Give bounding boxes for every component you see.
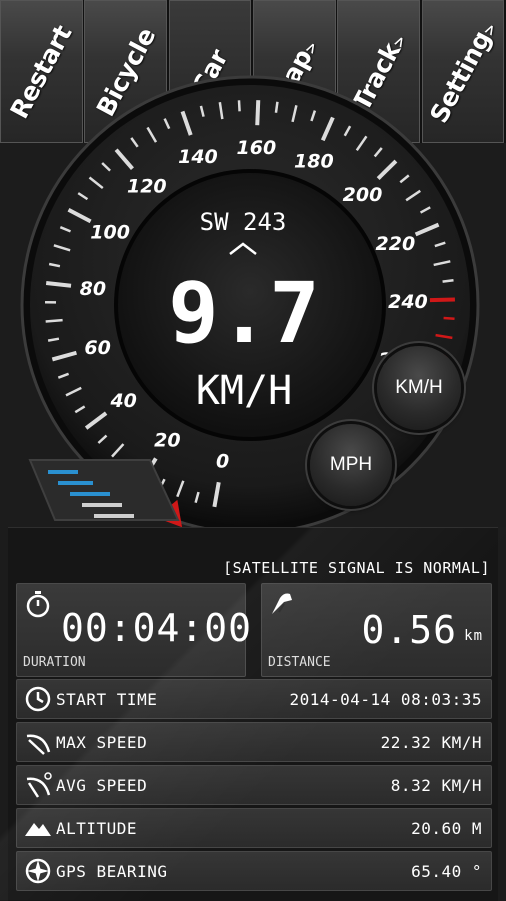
gps-bar [82, 503, 122, 507]
duration-value: 00:04:00 [61, 606, 252, 650]
stat-value: 8.32 KM/H [391, 776, 482, 795]
stat-label: AVG SPEED [56, 776, 147, 795]
dial-tick [443, 280, 454, 281]
mph-unit-button[interactable]: MPH [310, 424, 392, 506]
dial-scale-label: 180 [294, 150, 334, 172]
gps-bar [48, 470, 78, 474]
stopwatch-icon [25, 590, 51, 618]
stat-row-altitude: ALTITUDE 20.60 M [16, 808, 492, 848]
dial-scale-label: 60 [84, 337, 110, 359]
dial-tick [276, 102, 277, 113]
clock-icon [24, 685, 52, 713]
stat-value: 2014-04-14 08:03:35 [289, 690, 482, 709]
road-icon [270, 590, 296, 616]
speed-unit: KM/H [196, 368, 292, 414]
mountain-icon [24, 814, 52, 842]
satellite-status: [SATELLITE SIGNAL IS NORMAL] [223, 559, 490, 577]
distance-unit: km [464, 628, 483, 644]
speedometer-dial: 020406080100120140160180200220240260 SW … [0, 0, 506, 560]
stat-label: MAX SPEED [56, 733, 147, 752]
stat-value: 20.60 M [411, 819, 482, 838]
stat-value: 22.32 KM/H [381, 733, 482, 752]
dial-scale-label: 140 [178, 146, 218, 168]
dial-tick [257, 100, 258, 125]
dial-scale-label: 120 [127, 175, 167, 197]
stat-label: ALTITUDE [56, 819, 137, 838]
duration-card: 00:04:00 DURATION [16, 583, 246, 677]
distance-card: 0.56 km DISTANCE [261, 583, 492, 677]
distance-caption: DISTANCE [268, 655, 331, 670]
compass-icon [24, 857, 52, 885]
dial-tick [430, 299, 455, 300]
stat-value: 65.40 ° [411, 862, 482, 881]
stat-row-gps-bearing: GPS BEARING 65.40 ° [16, 851, 492, 891]
dial-scale-label: 100 [90, 222, 130, 244]
dial-tick [444, 318, 455, 319]
dial-tick [46, 283, 71, 286]
dial-scale-label: 40 [109, 390, 136, 412]
dial-scale-label: 200 [343, 184, 383, 206]
stat-row-avg-speed: AVG SPEED 8.32 KM/H [16, 765, 492, 805]
dial-scale-label: 80 [80, 278, 106, 300]
dial-scale-label: 220 [376, 233, 416, 255]
avg-speed-gauge-icon [24, 771, 52, 799]
kmh-unit-button[interactable]: KM/H [377, 346, 461, 430]
stat-label: GPS BEARING [56, 862, 167, 881]
dial-scale-label: 0 [216, 451, 229, 473]
stat-row-max-speed: MAX SPEED 22.32 KM/H [16, 722, 492, 762]
heading-readout: SW 243 [200, 208, 287, 236]
dial-tick [46, 320, 63, 321]
max-speed-gauge-icon [24, 728, 52, 756]
stat-row-start-time: START TIME 2014-04-14 08:03:35 [16, 679, 492, 719]
stat-label: START TIME [56, 690, 157, 709]
dial-scale-label: 240 [388, 291, 428, 313]
distance-value: 0.56 [361, 608, 457, 652]
dial-scale-label: 160 [237, 137, 277, 159]
dial-tick [239, 100, 240, 111]
gps-bar [94, 514, 134, 518]
gps-bar [58, 481, 93, 485]
dial-scale-label: 20 [154, 430, 180, 452]
gps-bar [70, 492, 110, 496]
duration-caption: DURATION [23, 655, 86, 670]
current-speed: 9.7 [168, 264, 320, 362]
